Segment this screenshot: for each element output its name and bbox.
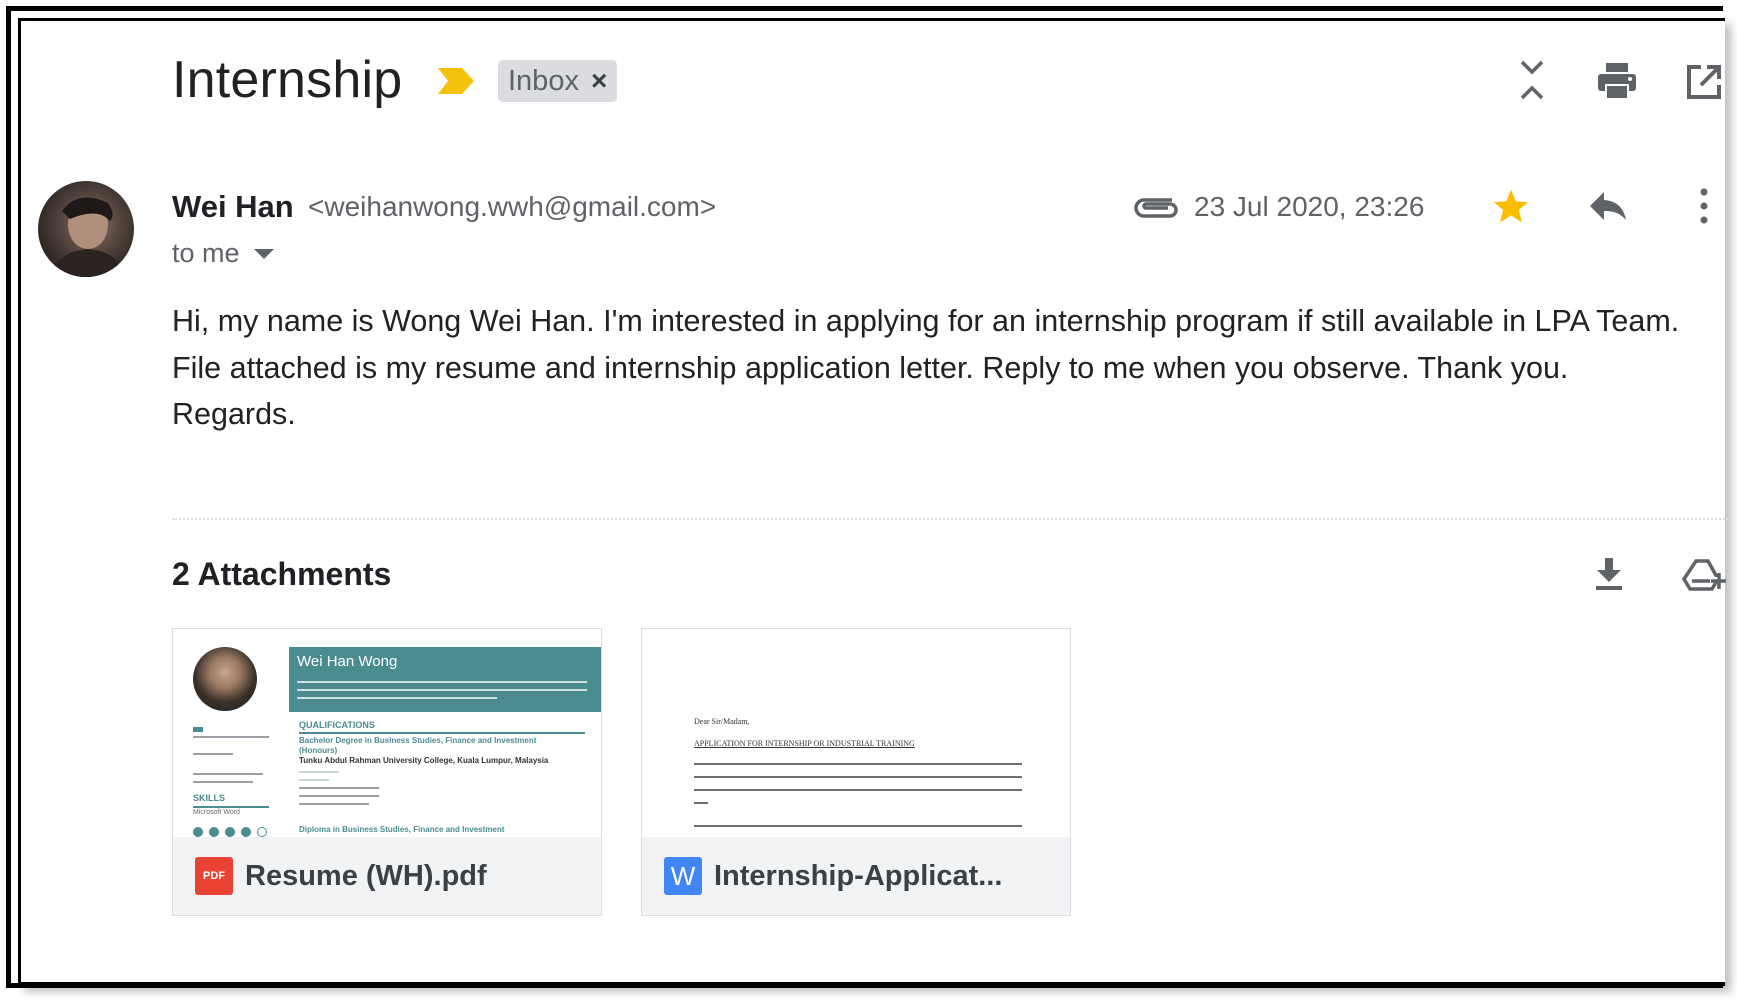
importance-marker-icon[interactable] (436, 66, 476, 96)
resume-header-band: Wei Han Wong (289, 647, 601, 712)
attachment-clip-icon (1132, 190, 1178, 220)
resume-photo (193, 647, 257, 711)
resume-skill: Microsoft Word (193, 809, 240, 816)
inbox-label-chip[interactable]: Inbox × (498, 60, 618, 102)
body-line: Regards. (172, 397, 296, 431)
letter-salutation: Dear Sir/Madam, (694, 717, 750, 726)
reply-icon[interactable] (1586, 186, 1630, 226)
open-in-new-window-icon[interactable] (1684, 62, 1724, 102)
sender-name: Wei Han (172, 189, 294, 224)
letter-heading: APPLICATION FOR INTERNSHIP OR INDUSTRIAL… (694, 739, 915, 748)
resume-degree: Bachelor Degree in Business Studies, Fin… (299, 736, 537, 745)
resume-institution: Tunku Abdul Rahman University College, K… (299, 756, 549, 765)
attachment-filename: Internship-Applicat... (714, 859, 1003, 892)
recipient-toggle[interactable]: to me (172, 238, 274, 269)
label-text: Inbox (508, 64, 579, 97)
more-options-icon[interactable] (1692, 186, 1716, 226)
star-icon[interactable] (1490, 186, 1532, 226)
attachments-title: 2 Attachments (172, 556, 392, 592)
word-file-icon: W (664, 857, 702, 895)
attachment-card-resume[interactable]: Wei Han Wong SKILLS Microsoft Word QUALI… (172, 628, 602, 916)
resume-name: Wei Han Wong (297, 653, 398, 670)
resume-honours: (Honours) (299, 746, 338, 755)
message-body: Hi, my name is Wong Wei Han. I'm interes… (172, 298, 1712, 438)
print-icon[interactable] (1596, 60, 1638, 102)
recipient-text: to me (172, 238, 240, 268)
attachments-divider (172, 518, 1728, 520)
collapse-all-icon[interactable] (1512, 58, 1552, 102)
download-all-icon[interactable] (1592, 554, 1626, 594)
resume-qualifications-heading: QUALIFICATIONS (299, 720, 375, 730)
attachment-footer: PDF Resume (WH).pdf (173, 837, 601, 915)
resume-diploma: Diploma in Business Studies, Finance and… (299, 825, 505, 834)
sender-avatar[interactable] (38, 181, 134, 277)
resume-skills-heading: SKILLS (193, 793, 226, 803)
body-line: File attached is my resume and internshi… (172, 350, 1569, 385)
letter-preview: Dear Sir/Madam, APPLICATION FOR INTERNSH… (642, 629, 1070, 837)
body-line: Hi, my name is Wong Wei Han. I'm interes… (172, 304, 1680, 338)
attachment-footer: W Internship-Applicat... (642, 837, 1070, 915)
add-to-drive-icon[interactable] (1682, 554, 1726, 594)
resume-preview: Wei Han Wong SKILLS Microsoft Word QUALI… (173, 629, 601, 837)
remove-label-icon[interactable]: × (591, 65, 607, 97)
pdf-file-icon: PDF (195, 857, 233, 895)
sender-email: <weihanwong.wwh@gmail.com> (308, 191, 717, 222)
chevron-down-icon (253, 248, 274, 259)
email-subject: Internship (172, 51, 403, 109)
attachment-card-letter[interactable]: Dear Sir/Madam, APPLICATION FOR INTERNSH… (641, 628, 1071, 916)
message-date: 23 Jul 2020, 23:26 (1194, 191, 1425, 222)
attachment-filename: Resume (WH).pdf (245, 859, 487, 892)
